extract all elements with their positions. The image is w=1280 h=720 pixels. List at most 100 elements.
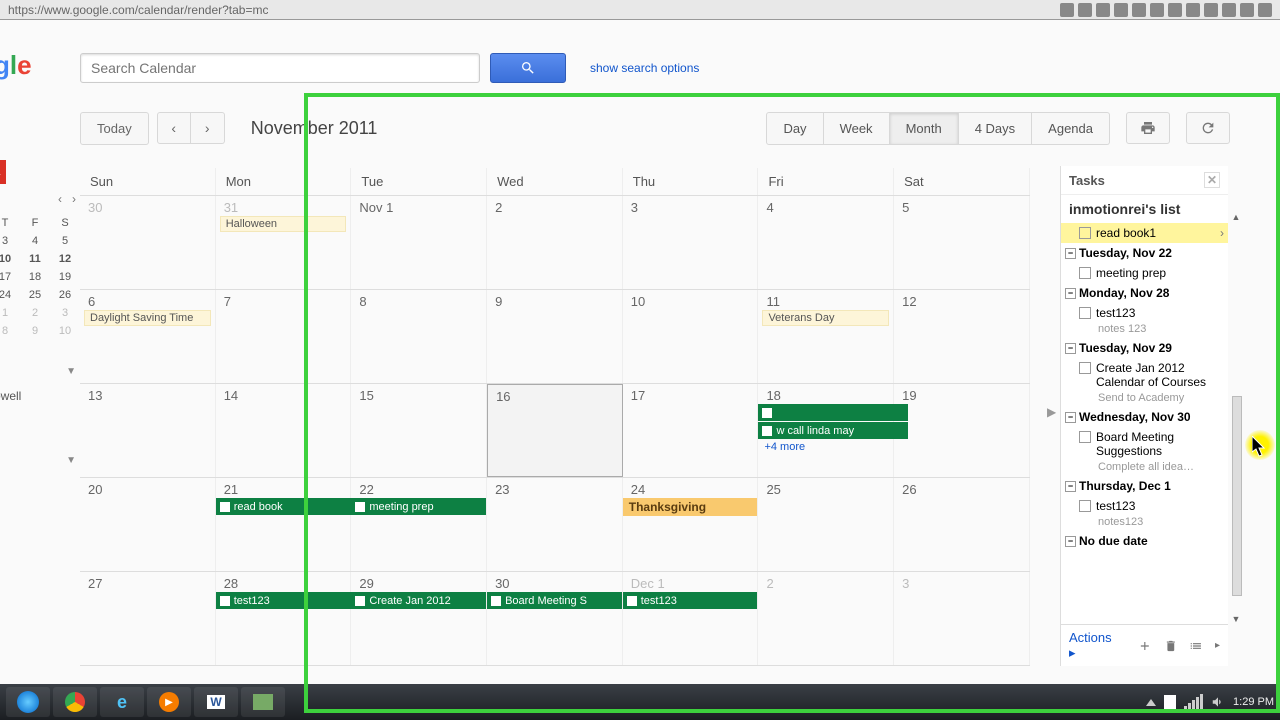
scroll-down-icon[interactable]: ▼	[1230, 614, 1242, 626]
day-cell[interactable]: 29Create Jan 2012	[351, 572, 487, 665]
day-cell[interactable]: 14	[216, 384, 352, 477]
day-cell[interactable]: 13	[80, 384, 216, 477]
event-holiday[interactable]: Thanksgiving	[623, 498, 758, 516]
day-cell[interactable]: 16	[487, 384, 623, 477]
taskbar-start[interactable]	[6, 687, 50, 717]
task-item[interactable]: test123	[1061, 496, 1228, 516]
today-button[interactable]: Today	[80, 112, 149, 145]
view-tab-month[interactable]: Month	[890, 112, 959, 145]
day-cell[interactable]: 6Daylight Saving Time	[80, 290, 216, 383]
day-cell[interactable]: Dec 1test123	[623, 572, 759, 665]
day-cell[interactable]: 8	[351, 290, 487, 383]
volume-icon[interactable]	[1211, 695, 1225, 709]
search-button[interactable]	[490, 53, 566, 83]
delete-task-icon[interactable]	[1164, 638, 1178, 654]
tray-expand-icon[interactable]	[1146, 699, 1156, 706]
day-cell[interactable]: 5	[894, 196, 1030, 289]
day-cell[interactable]: 2	[487, 196, 623, 289]
taskbar-clock[interactable]: 1:29 PM	[1233, 696, 1274, 708]
task-item[interactable]: read book1›	[1061, 223, 1228, 243]
print-button[interactable]	[1126, 112, 1170, 144]
tray-icon[interactable]	[1164, 695, 1176, 709]
event-task[interactable]: w call linda may	[758, 422, 908, 439]
task-item[interactable]: meeting prep	[1061, 263, 1228, 283]
day-cell[interactable]: 27	[80, 572, 216, 665]
day-cell[interactable]: 4	[758, 196, 894, 289]
day-cell[interactable]: 7	[216, 290, 352, 383]
task-group-header[interactable]: −Wednesday, Nov 30	[1061, 407, 1228, 427]
day-cell[interactable]: 31Halloween	[216, 196, 352, 289]
task-item[interactable]: Board Meeting Suggestions	[1061, 427, 1228, 461]
mini-calendar[interactable]: TFS3451011121718192425261238910	[0, 214, 80, 340]
next-button[interactable]: ›	[191, 112, 225, 144]
day-cell[interactable]: 12	[894, 290, 1030, 383]
day-cell[interactable]: 3	[894, 572, 1030, 665]
tasks-list-name[interactable]: inmotionrei's list	[1061, 195, 1228, 223]
day-cell[interactable]: 20	[80, 478, 216, 571]
event-task[interactable]: meeting prep	[351, 498, 486, 515]
event-task[interactable]: read book	[216, 498, 366, 515]
task-group-header[interactable]: −Tuesday, Nov 29	[1061, 338, 1228, 358]
view-tab-day[interactable]: Day	[766, 112, 823, 145]
task-item[interactable]: test123	[1061, 303, 1228, 323]
task-group-header[interactable]: −Tuesday, Nov 22	[1061, 243, 1228, 263]
scrollbar-thumb[interactable]	[1232, 396, 1242, 596]
day-cell[interactable]: 30	[80, 196, 216, 289]
mini-prev[interactable]: ‹	[58, 192, 62, 206]
scroll-up-icon[interactable]: ▲	[1230, 212, 1242, 224]
day-cell[interactable]: Nov 1	[351, 196, 487, 289]
task-checkbox[interactable]	[1079, 307, 1091, 319]
day-cell[interactable]: 22meeting prep	[351, 478, 487, 571]
search-input[interactable]	[80, 53, 480, 83]
task-checkbox[interactable]	[1079, 362, 1091, 374]
day-cell[interactable]: 21read book	[216, 478, 352, 571]
event-task[interactable]: Board Meeting S	[487, 592, 622, 609]
day-cell[interactable]: 3	[623, 196, 759, 289]
expand-toggle-icon[interactable]: ▶	[1047, 405, 1056, 419]
day-cell[interactable]: 24Thanksgiving	[623, 478, 759, 571]
dropdown-icon[interactable]: ▼	[66, 366, 76, 377]
dropdown-icon[interactable]: ▼	[66, 455, 76, 466]
prev-button[interactable]: ‹	[157, 112, 191, 144]
wifi-icon[interactable]	[1184, 694, 1203, 711]
more-events-link[interactable]: +4 more	[758, 440, 893, 454]
event-task[interactable]: Create Jan 2012	[351, 592, 486, 609]
show-search-options[interactable]: show search options	[590, 61, 699, 75]
add-task-icon[interactable]	[1138, 638, 1152, 654]
taskbar-media[interactable]: ▶	[147, 687, 191, 717]
day-cell[interactable]: 28test123	[216, 572, 352, 665]
taskbar-app[interactable]	[241, 687, 285, 717]
mini-next[interactable]: ›	[72, 192, 76, 206]
day-cell[interactable]: 15	[351, 384, 487, 477]
task-checkbox[interactable]	[1079, 267, 1091, 279]
day-cell[interactable]: 30Board Meeting S	[487, 572, 623, 665]
day-cell[interactable]: 9	[487, 290, 623, 383]
task-checkbox[interactable]	[1079, 431, 1091, 443]
task-list-icon[interactable]	[1189, 638, 1203, 654]
day-cell[interactable]: 10	[623, 290, 759, 383]
task-checkbox[interactable]	[1079, 500, 1091, 512]
view-tab-4days[interactable]: 4 Days	[959, 112, 1032, 145]
day-cell[interactable]: 25	[758, 478, 894, 571]
event-allday[interactable]: Halloween	[220, 216, 347, 232]
day-cell[interactable]: 23	[487, 478, 623, 571]
tasks-close-icon[interactable]: ✕	[1204, 172, 1220, 188]
view-tab-week[interactable]: Week	[824, 112, 890, 145]
taskbar-ie[interactable]: e	[100, 687, 144, 717]
event-task[interactable]: test123	[623, 592, 758, 609]
event-task[interactable]	[758, 404, 908, 421]
event-allday[interactable]: Veterans Day	[762, 310, 889, 326]
day-cell[interactable]: 17	[623, 384, 759, 477]
task-group-header[interactable]: −Monday, Nov 28	[1061, 283, 1228, 303]
taskbar-word[interactable]: W	[194, 687, 238, 717]
taskbar-chrome[interactable]	[53, 687, 97, 717]
task-checkbox[interactable]	[1079, 227, 1091, 239]
task-item[interactable]: Create Jan 2012 Calendar of Courses	[1061, 358, 1228, 392]
calendar-list-item[interactable]: owell	[0, 389, 21, 403]
day-cell[interactable]: 2	[758, 572, 894, 665]
task-group-header[interactable]: −No due date	[1061, 531, 1228, 551]
refresh-button[interactable]	[1186, 112, 1230, 144]
day-cell[interactable]: 19	[894, 384, 1030, 477]
day-cell[interactable]: 18w call linda may+4 more	[758, 384, 894, 477]
event-task[interactable]: test123	[216, 592, 366, 609]
